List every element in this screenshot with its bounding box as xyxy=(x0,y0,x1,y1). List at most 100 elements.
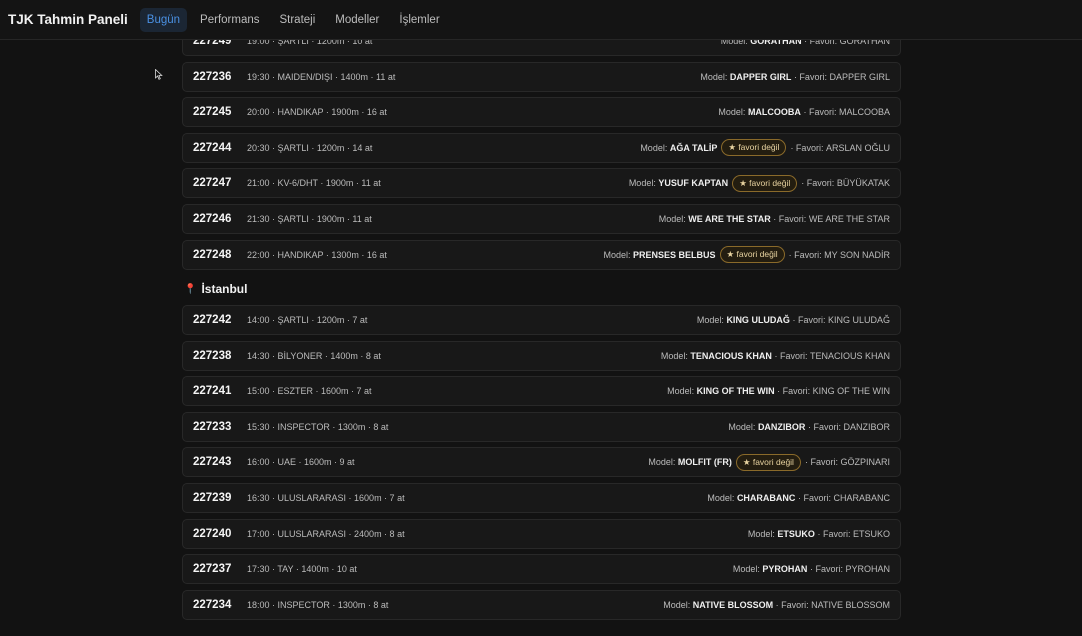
race-prediction: Model: MOLFIT (FR) ★ favori değil · Favori… xyxy=(648,453,890,471)
favorite-pick: CHARABANC xyxy=(833,493,890,503)
race-row[interactable]: 227237 17:30 · TAY · 1400m · 10 at Model: … xyxy=(182,554,901,585)
favorite-pick: KING ULUDAĞ xyxy=(827,315,890,325)
tab-modeller[interactable]: Modeller xyxy=(328,8,386,32)
race-id: 227240 xyxy=(193,527,232,540)
race-id: 227248 xyxy=(193,248,232,261)
tab-bugun[interactable]: Bugün xyxy=(139,7,188,32)
favori-label: · Favori: xyxy=(790,142,824,153)
race-info: 18:00 · INSPECTOR · 1300m · 8 at xyxy=(247,599,389,610)
race-row[interactable]: 227243 16:00 · UAE · 1600m · 9 at Model: M… xyxy=(182,447,901,478)
race-prediction: Model: MALCOOBA · Favori: MALCOOBA xyxy=(718,107,890,117)
favori-label: · Favori: xyxy=(803,107,837,118)
not-favorite-badge: ★ favori değil xyxy=(732,174,798,192)
favori-label: · Favori: xyxy=(793,71,827,82)
race-row[interactable]: 227242 14:00 · ŞARTLI · 1200m · 7 at Model… xyxy=(182,305,901,335)
model-label: Model: xyxy=(640,142,668,153)
tab-islemler[interactable]: İşlemler xyxy=(392,8,446,32)
model-pick: PRENSES BELBUS xyxy=(633,249,716,260)
race-id: 227239 xyxy=(193,492,232,504)
race-prediction: Model: WE ARE THE STAR · Favori: WE ARE … xyxy=(659,214,890,224)
not-favorite-badge: ★ favori değil xyxy=(721,139,787,157)
race-row[interactable]: 227246 21:30 · ŞARTLI · 1900m · 11 at Mode… xyxy=(182,204,901,234)
model-pick: TENACIOUS KHAN xyxy=(690,350,772,361)
race-info: 21:30 · ŞARTLI · 1900m · 11 at xyxy=(247,214,372,224)
not-favorite-badge: ★ favori değil xyxy=(735,453,801,471)
favori-label: · Favori: xyxy=(788,249,822,260)
race-id: 227243 xyxy=(193,456,232,469)
favorite-pick: DANZIBOR xyxy=(843,421,890,432)
race-row[interactable]: 227238 14:30 · BİLYONER · 1400m · 8 at Mod… xyxy=(182,340,901,371)
race-prediction: Model: TENACIOUS KHAN · Favori: TENACIOU… xyxy=(661,351,890,361)
race-id: 227244 xyxy=(193,141,232,154)
model-label: Model: xyxy=(648,457,676,468)
favori-label: · Favori: xyxy=(804,457,838,468)
not-favorite-badge: ★ favori değil xyxy=(719,246,785,264)
top-nav-bar: TJK Tahmin Paneli Bugün Performans Strat… xyxy=(0,0,1082,40)
model-pick: AĞA TALİP xyxy=(669,142,718,153)
race-prediction: Model: DANZIBOR · Favori: DANZIBOR xyxy=(728,422,890,432)
model-label: Model: xyxy=(663,599,691,610)
location-pin-icon: 📍 xyxy=(184,283,197,295)
favorite-pick: ARSLAN OĞLU xyxy=(825,142,890,153)
favorite-pick: MALCOOBA xyxy=(838,107,890,118)
favori-label: · Favori: xyxy=(792,315,826,325)
favorite-pick: BÜYÜKATAK xyxy=(836,178,890,189)
race-prediction: Model: NATIVE BLOSSOM · Favori: NATIVE B… xyxy=(663,600,890,610)
model-label: Model: xyxy=(700,71,728,82)
race-row[interactable]: 227236 19:30 · MAIDEN/DIŞI · 1400m · 11 a… xyxy=(182,61,901,92)
race-row[interactable]: 227244 20:30 · ŞARTLI · 1200m · 14 at Mode… xyxy=(182,132,901,163)
race-id: 227238 xyxy=(193,349,232,362)
race-id: 227233 xyxy=(193,420,232,433)
race-prediction: Model: AĞA TALİP ★ favori değil · Favori: … xyxy=(640,139,890,157)
model-pick: DAPPER GIRL xyxy=(729,71,792,82)
race-prediction: Model: KING ULUDAĞ · Favori: KING ULUDAĞ xyxy=(697,315,890,325)
race-info: 16:30 · ULUSLARARASI · 1600m · 7 at xyxy=(247,493,405,503)
race-info: 15:00 · ESZTER · 1600m · 7 at xyxy=(247,386,372,397)
race-row[interactable]: 227234 18:00 · INSPECTOR · 1300m · 8 at Mo… xyxy=(182,589,901,620)
race-row[interactable]: 227240 17:00 · ULUSLARARASI · 2400m · 8 a… xyxy=(182,518,901,549)
model-label: Model: xyxy=(603,249,631,260)
favori-label: · Favori: xyxy=(807,421,841,432)
model-label: Model: xyxy=(747,528,775,539)
favorite-pick: DAPPER GIRL xyxy=(829,71,890,82)
race-prediction: Model: PRENSES BELBUS ★ favori değil · Fav… xyxy=(603,246,890,264)
race-list: 📍 İstanbul 227249 19:00 · ŞARTLI · 1200m … xyxy=(182,0,901,636)
race-prediction: Model: CHARABANC · Favori: CHARABANC xyxy=(707,493,890,503)
model-pick: KING OF THE WIN xyxy=(696,386,775,397)
model-label: Model: xyxy=(628,178,656,189)
race-row[interactable]: 227233 15:30 · INSPECTOR · 1300m · 8 at Mo… xyxy=(182,411,901,442)
model-pick: WE ARE THE STAR xyxy=(688,214,771,224)
favorite-pick: TENACIOUS KHAN xyxy=(809,350,890,361)
race-row[interactable]: 227245 20:00 · HANDIKAP · 1900m · 16 at Mo… xyxy=(182,97,901,128)
favori-label: · Favori: xyxy=(777,386,811,397)
race-row[interactable]: 227239 16:30 · ULUSLARARASI · 1600m · 7 a… xyxy=(182,483,901,513)
model-pick: MOLFIT (FR) xyxy=(677,457,732,468)
race-info: 22:00 · HANDIKAP · 1300m · 16 at xyxy=(247,249,387,260)
model-label: Model: xyxy=(732,564,760,575)
race-info: 15:30 · INSPECTOR · 1300m · 8 at xyxy=(247,421,389,432)
race-info: 14:00 · ŞARTLI · 1200m · 7 at xyxy=(247,315,368,325)
race-row[interactable]: 227247 21:00 · KV-6/DHT · 1900m · 11 at Mo… xyxy=(182,168,901,199)
tab-performans[interactable]: Performans xyxy=(193,8,266,32)
race-row[interactable]: 227248 22:00 · HANDIKAP · 1300m · 16 at Mo… xyxy=(182,239,901,270)
race-id: 227245 xyxy=(193,106,232,119)
model-label: Model: xyxy=(696,315,724,325)
favorite-pick: NATIVE BLOSSOM xyxy=(811,599,890,610)
section-heading-istanbul: 📍 İstanbul xyxy=(184,282,247,296)
model-pick: YUSUF KAPTAN xyxy=(658,178,729,189)
model-label: Model: xyxy=(707,493,735,503)
favori-label: · Favori: xyxy=(817,528,851,539)
race-prediction: Model: PYROHAN · Favori: PYROHAN xyxy=(733,564,890,574)
race-info: 17:00 · ULUSLARARASI · 2400m · 8 at xyxy=(247,528,405,539)
tab-strateji[interactable]: Strateji xyxy=(272,8,322,32)
race-prediction: Model: ETSUKO · Favori: ETSUKO xyxy=(748,529,890,539)
app-title: TJK Tahmin Paneli xyxy=(8,12,128,27)
race-id: 227237 xyxy=(193,563,232,576)
race-row[interactable]: 227241 15:00 · ESZTER · 1600m · 7 at Model… xyxy=(182,376,901,407)
model-pick: KING ULUDAĞ xyxy=(726,315,790,325)
mouse-cursor-icon xyxy=(155,69,163,80)
race-id: 227242 xyxy=(193,314,232,326)
model-label: Model: xyxy=(728,421,756,432)
model-label: Model: xyxy=(658,214,686,224)
model-label: Model: xyxy=(718,107,746,118)
